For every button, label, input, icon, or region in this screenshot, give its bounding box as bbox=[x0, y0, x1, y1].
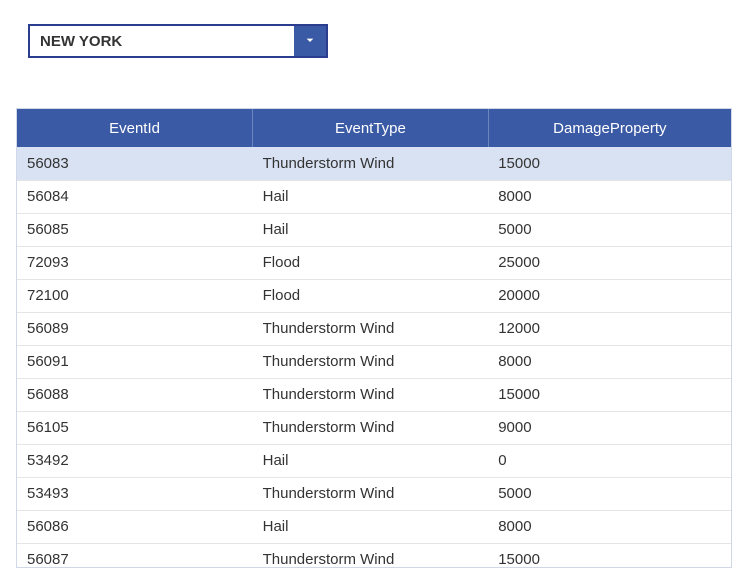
chevron-down-icon bbox=[302, 32, 318, 51]
table-cell: 56083 bbox=[17, 147, 253, 180]
table-cell: 72100 bbox=[17, 279, 253, 312]
table-cell: 56105 bbox=[17, 411, 253, 444]
table-cell: Thunderstorm Wind bbox=[253, 312, 489, 345]
table-row[interactable]: 72100Flood20000 bbox=[17, 279, 731, 312]
table-cell: 56084 bbox=[17, 180, 253, 213]
table-row[interactable]: 53492Hail0 bbox=[17, 444, 731, 477]
table-cell: 5000 bbox=[488, 213, 731, 246]
table-cell: 56087 bbox=[17, 543, 253, 568]
table-header-row: EventId EventType DamageProperty bbox=[17, 109, 731, 147]
table-cell: 56091 bbox=[17, 345, 253, 378]
table-cell: Hail bbox=[253, 444, 489, 477]
table-cell: 56088 bbox=[17, 378, 253, 411]
table-cell: Hail bbox=[253, 510, 489, 543]
column-header-damageproperty[interactable]: DamageProperty bbox=[488, 109, 731, 147]
table-cell: Thunderstorm Wind bbox=[253, 147, 489, 180]
dropdown-selected-value: NEW YORK bbox=[30, 26, 294, 56]
table-row[interactable]: 56086Hail8000 bbox=[17, 510, 731, 543]
table-cell: Hail bbox=[253, 213, 489, 246]
table-cell: Thunderstorm Wind bbox=[253, 411, 489, 444]
column-header-eventtype[interactable]: EventType bbox=[253, 109, 489, 147]
table-cell: 72093 bbox=[17, 246, 253, 279]
state-dropdown[interactable]: NEW YORK bbox=[28, 24, 328, 58]
table-row[interactable]: 56105Thunderstorm Wind9000 bbox=[17, 411, 731, 444]
table-row[interactable]: 56087Thunderstorm Wind15000 bbox=[17, 543, 731, 568]
events-table: EventId EventType DamageProperty 56083Th… bbox=[17, 109, 731, 568]
table-cell: 53493 bbox=[17, 477, 253, 510]
table-cell: Thunderstorm Wind bbox=[253, 543, 489, 568]
table-cell: 56086 bbox=[17, 510, 253, 543]
table-cell: Thunderstorm Wind bbox=[253, 378, 489, 411]
dropdown-toggle-button[interactable] bbox=[294, 26, 326, 56]
table-cell: 0 bbox=[488, 444, 731, 477]
table-cell: 8000 bbox=[488, 180, 731, 213]
table-row[interactable]: 56088Thunderstorm Wind15000 bbox=[17, 378, 731, 411]
table-cell: Thunderstorm Wind bbox=[253, 477, 489, 510]
table-cell: 53492 bbox=[17, 444, 253, 477]
table-cell: 5000 bbox=[488, 477, 731, 510]
table-cell: 15000 bbox=[488, 147, 731, 180]
table-cell: 8000 bbox=[488, 510, 731, 543]
table-cell: 8000 bbox=[488, 345, 731, 378]
table-cell: 9000 bbox=[488, 411, 731, 444]
table-cell: 12000 bbox=[488, 312, 731, 345]
table-cell: 20000 bbox=[488, 279, 731, 312]
table-row[interactable]: 53493Thunderstorm Wind5000 bbox=[17, 477, 731, 510]
column-header-eventid[interactable]: EventId bbox=[17, 109, 253, 147]
table-row[interactable]: 56091Thunderstorm Wind8000 bbox=[17, 345, 731, 378]
table-cell: 56085 bbox=[17, 213, 253, 246]
table-row[interactable]: 72093Flood25000 bbox=[17, 246, 731, 279]
table-row[interactable]: 56085Hail5000 bbox=[17, 213, 731, 246]
table-cell: Flood bbox=[253, 246, 489, 279]
table-row[interactable]: 56083Thunderstorm Wind15000 bbox=[17, 147, 731, 180]
table-cell: Hail bbox=[253, 180, 489, 213]
events-table-container: EventId EventType DamageProperty 56083Th… bbox=[16, 108, 732, 568]
table-cell: 25000 bbox=[488, 246, 731, 279]
table-cell: 56089 bbox=[17, 312, 253, 345]
table-cell: 15000 bbox=[488, 543, 731, 568]
table-row[interactable]: 56084Hail8000 bbox=[17, 180, 731, 213]
table-cell: Thunderstorm Wind bbox=[253, 345, 489, 378]
table-cell: 15000 bbox=[488, 378, 731, 411]
table-cell: Flood bbox=[253, 279, 489, 312]
table-row[interactable]: 56089Thunderstorm Wind12000 bbox=[17, 312, 731, 345]
